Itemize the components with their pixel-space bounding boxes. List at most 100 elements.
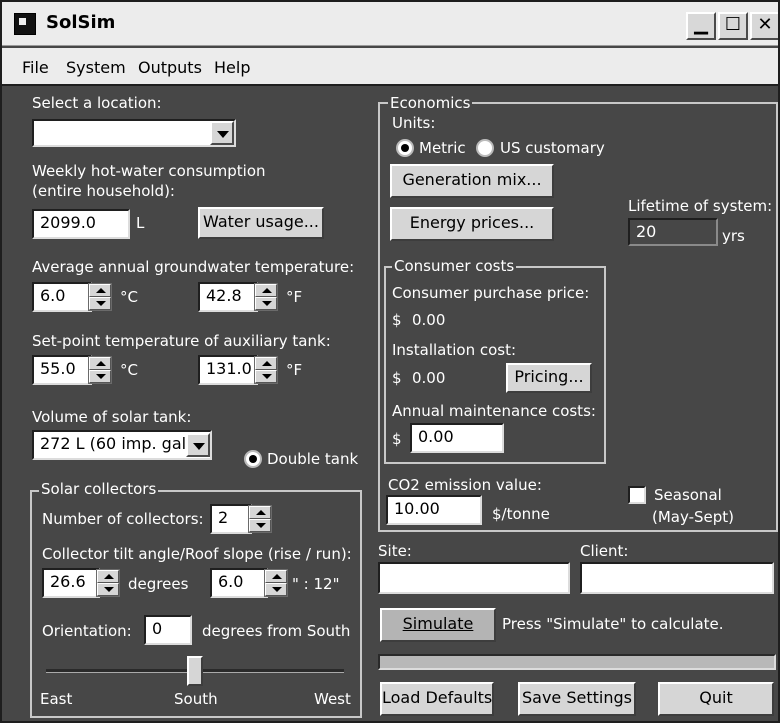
water-usage-button[interactable]: Water usage... — [198, 207, 324, 239]
maintenance-cost-input[interactable]: 0.00 — [410, 423, 504, 453]
setpoint-celsius-input[interactable]: 55.0 — [32, 355, 92, 385]
tilt-label: Collector tilt angle/Roof slope (rise / … — [42, 545, 352, 563]
orientation-label: Orientation: — [42, 622, 132, 640]
spin-down-icon[interactable] — [89, 297, 111, 310]
co2-label: CO2 emission value: — [388, 476, 542, 494]
double-tank-radio[interactable] — [244, 450, 262, 468]
collector-count-label: Number of collectors: — [42, 510, 204, 528]
save-settings-button[interactable]: Save Settings — [518, 682, 636, 716]
collector-count-spinner[interactable] — [248, 505, 272, 533]
groundwater-fahrenheit-input[interactable]: 42.8 — [198, 282, 258, 312]
groundwater-fahrenheit-spinner[interactable] — [254, 283, 278, 311]
location-dropdown-icon[interactable] — [210, 121, 234, 145]
client-label: Client: — [580, 542, 629, 560]
purchase-currency: $ — [392, 311, 402, 329]
orientation-unit: degrees from South — [202, 622, 351, 640]
co2-value-input[interactable]: 10.00 — [386, 495, 482, 525]
purchase-price-label: Consumer purchase price: — [392, 284, 590, 302]
spin-down-icon[interactable] — [265, 583, 287, 596]
simulate-button[interactable]: Simulate — [380, 608, 496, 642]
spin-up-icon[interactable] — [89, 284, 111, 297]
double-tank-label: Double tank — [267, 450, 359, 468]
site-input[interactable] — [378, 562, 570, 594]
load-defaults-button[interactable]: Load Defaults — [380, 682, 494, 716]
slider-east-label: East — [40, 690, 73, 708]
simulate-status: Press "Simulate" to calculate. — [502, 615, 724, 633]
maintenance-cost-label: Annual maintenance costs: — [392, 402, 596, 420]
maximize-button[interactable]: ☐ — [718, 12, 748, 40]
site-label: Site: — [378, 542, 412, 560]
solar-tank-label: Volume of solar tank: — [32, 408, 192, 426]
orientation-slider-thumb[interactable] — [187, 656, 203, 686]
slider-south-label: South — [174, 690, 218, 708]
solar-collectors-legend: Solar collectors — [39, 480, 159, 498]
water-label-line1: Weekly hot-water consumption — [32, 162, 266, 180]
roof-slope-input[interactable]: 6.0 — [210, 568, 268, 598]
seasonal-label-line1: Seasonal — [654, 486, 722, 504]
water-label-line2: (entire household): — [32, 182, 175, 200]
spin-down-icon[interactable] — [89, 370, 111, 383]
groundwater-label: Average annual groundwater temperature: — [32, 258, 355, 276]
spin-up-icon[interactable] — [89, 357, 111, 370]
energy-prices-button[interactable]: Energy prices... — [390, 207, 554, 241]
close-button[interactable]: ✕ — [750, 12, 778, 40]
economics-legend: Economics — [388, 94, 473, 112]
collector-count-input[interactable]: 2 — [210, 504, 252, 534]
setpoint-celsius-spinner[interactable] — [88, 356, 112, 384]
installation-cost-label: Installation cost: — [392, 341, 517, 359]
consumer-costs-legend: Consumer costs — [392, 257, 517, 275]
menu-help[interactable]: Help — [214, 58, 250, 77]
tilt-angle-input[interactable]: 26.6 — [42, 568, 100, 598]
spin-up-icon[interactable] — [255, 284, 277, 297]
solsim-window: SolSim ▁ ☐ ✕ File System Outputs Help Se… — [0, 0, 780, 723]
solar-tank-dropdown-icon[interactable] — [186, 433, 210, 457]
close-icon: ✕ — [757, 14, 773, 35]
roof-slope-spinner[interactable] — [264, 569, 288, 597]
location-label: Select a location: — [32, 94, 162, 112]
pricing-button[interactable]: Pricing... — [506, 363, 592, 393]
spin-up-icon[interactable] — [249, 506, 271, 519]
solar-tank-select[interactable]: 272 L (60 imp. gal.) — [32, 430, 212, 460]
minimize-button[interactable]: ▁ — [686, 12, 716, 40]
installation-currency: $ — [392, 369, 402, 387]
menu-file[interactable]: File — [22, 58, 49, 77]
setpoint-fahrenheit-spinner[interactable] — [254, 356, 278, 384]
slider-west-label: West — [314, 690, 351, 708]
co2-unit: $/tonne — [492, 505, 550, 523]
spin-up-icon[interactable] — [265, 570, 287, 583]
quit-button[interactable]: Quit — [658, 682, 774, 716]
lifetime-input: 20 — [628, 218, 718, 246]
roof-slope-unit: " : 12" — [292, 575, 340, 593]
orientation-input[interactable]: 0 — [144, 615, 192, 645]
metric-label: Metric — [419, 139, 466, 157]
water-consumption-input[interactable]: 2099.0 — [32, 209, 130, 239]
menu-outputs[interactable]: Outputs — [138, 58, 202, 77]
generation-mix-button[interactable]: Generation mix... — [390, 164, 554, 198]
simulation-progress-bar — [378, 654, 776, 670]
seasonal-label-line2: (May-Sept) — [652, 508, 735, 526]
spin-down-icon[interactable] — [255, 297, 277, 310]
spin-down-icon[interactable] — [255, 370, 277, 383]
location-select[interactable] — [32, 119, 236, 147]
minimize-icon: ▁ — [694, 14, 708, 35]
groundwater-celsius-input[interactable]: 6.0 — [32, 282, 92, 312]
spin-down-icon[interactable] — [249, 519, 271, 532]
spin-up-icon[interactable] — [255, 357, 277, 370]
us-customary-radio[interactable] — [476, 139, 494, 157]
setpoint-celsius-unit: °C — [120, 361, 138, 379]
units-label: Units: — [392, 114, 436, 132]
metric-radio[interactable] — [396, 139, 414, 157]
menu-system[interactable]: System — [66, 58, 126, 77]
installation-cost-value: 0.00 — [412, 369, 446, 387]
window-title: SolSim — [46, 12, 116, 33]
setpoint-fahrenheit-input[interactable]: 131.0 — [198, 355, 258, 385]
setpoint-fahrenheit-unit: °F — [286, 361, 303, 379]
spin-down-icon[interactable] — [97, 583, 119, 596]
maximize-icon: ☐ — [724, 14, 742, 35]
seasonal-checkbox[interactable] — [628, 486, 646, 504]
spin-up-icon[interactable] — [97, 570, 119, 583]
client-input[interactable] — [580, 562, 774, 594]
groundwater-celsius-spinner[interactable] — [88, 283, 112, 311]
tilt-angle-spinner[interactable] — [96, 569, 120, 597]
title-bar[interactable]: SolSim ▁ ☐ ✕ — [2, 2, 778, 46]
